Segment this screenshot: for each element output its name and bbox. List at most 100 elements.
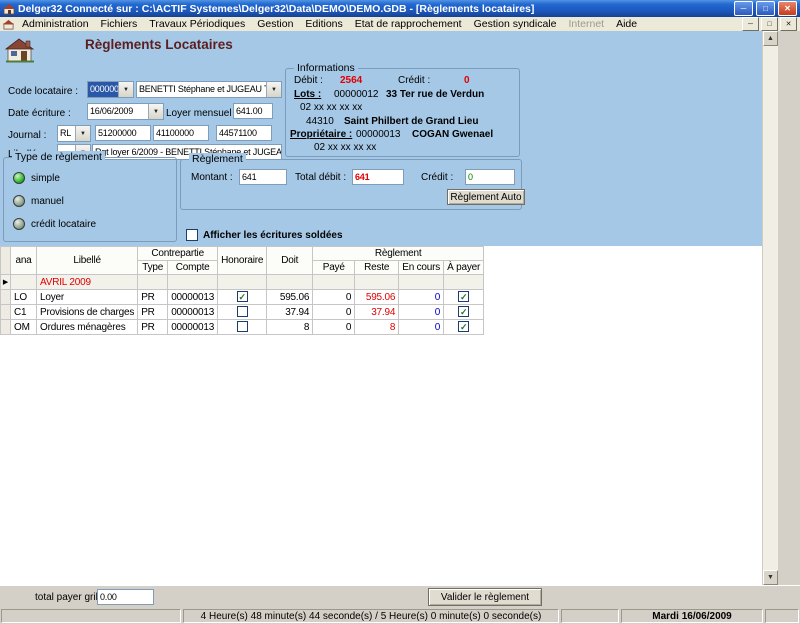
vertical-scrollbar[interactable]: ▲ ▼ <box>762 31 778 585</box>
honoraire-checkbox[interactable]: ✓ <box>237 291 248 302</box>
cell-doit: 37.94 <box>267 305 313 320</box>
radio-credit-locataire-label[interactable]: crédit locataire <box>31 219 96 230</box>
type-reglement-group: Type de règlement simple manuel crédit l… <box>3 157 177 242</box>
radio-manuel-label[interactable]: manuel <box>31 196 64 207</box>
menu-etat-rapprochement[interactable]: Etat de rapprochement <box>349 17 468 31</box>
total-debit-field[interactable]: 641 <box>352 169 404 185</box>
chevron-down-icon[interactable]: ▼ <box>118 82 133 97</box>
scrollbar-track[interactable] <box>763 46 778 570</box>
cell-reste: 37.94 <box>355 305 399 320</box>
col-header-contrepartie[interactable]: Contrepartie <box>138 247 218 261</box>
journal-combo[interactable]: RL ▼ <box>57 125 91 142</box>
minimize-button[interactable]: ─ <box>734 1 753 16</box>
grid-group-row[interactable]: ▶ AVRIL 2009 <box>1 275 484 290</box>
montant-label: Montant : <box>191 172 233 183</box>
afficher-soldees-checkbox[interactable] <box>186 229 198 241</box>
row-indicator-icon: ▶ <box>3 279 8 286</box>
reglement-credit-field[interactable]: 0 <box>465 169 515 185</box>
radio-credit-locataire[interactable] <box>13 218 25 230</box>
code-locataire-value: 00000013 <box>88 82 118 97</box>
radio-simple[interactable] <box>13 172 25 184</box>
cell-reste: 595.06 <box>355 290 399 305</box>
col-header-type[interactable]: Type <box>138 261 168 275</box>
reglement-group: Règlement Montant : 641 Total débit : 64… <box>180 159 522 210</box>
col-header-compte[interactable]: Compte <box>168 261 218 275</box>
total-payer-grille-field[interactable]: 0.00 <box>97 589 154 605</box>
col-header-reste[interactable]: Reste <box>355 261 399 275</box>
col-header-reglement[interactable]: Règlement <box>313 247 484 261</box>
chevron-down-icon[interactable]: ▼ <box>266 82 281 97</box>
grid-row-provisions[interactable]: C1 Provisions de charges PR 00000013 37.… <box>1 305 484 320</box>
valider-reglement-button[interactable]: Valider le règlement <box>428 588 542 606</box>
proprietaire-code: 00000013 <box>356 129 401 140</box>
date-ecriture-label: Date écriture : <box>8 108 71 119</box>
compte-tva-field[interactable]: 44571100 <box>216 125 272 141</box>
afficher-soldees-label[interactable]: Afficher les écritures soldées <box>203 230 343 241</box>
grid-row-ordures[interactable]: OM Ordures ménagères PR 00000013 8 0 8 0… <box>1 320 484 335</box>
col-header-doit[interactable]: Doit <box>267 247 313 275</box>
cell-reste: 8 <box>355 320 399 335</box>
menu-fichiers[interactable]: Fichiers <box>95 17 144 31</box>
grid-header-row-1: ana Libellé Contrepartie Honoraire Doit … <box>1 247 484 261</box>
menu-travaux-periodiques[interactable]: Travaux Périodiques <box>143 17 251 31</box>
cell-ana: OM <box>11 320 37 335</box>
child-window-icon[interactable] <box>3 19 14 30</box>
cell-doit: 595.06 <box>267 290 313 305</box>
menu-gestion[interactable]: Gestion <box>251 17 299 31</box>
col-header-ana[interactable]: ana <box>11 247 37 275</box>
menu-editions[interactable]: Editions <box>299 17 348 31</box>
cell-type: PR <box>138 320 168 335</box>
compte-banque-field[interactable]: 51200000 <box>95 125 151 141</box>
scroll-down-button[interactable]: ▼ <box>763 570 778 585</box>
date-ecriture-combo[interactable]: 16/06/2009 ▼ <box>87 103 164 120</box>
radio-manuel[interactable] <box>13 195 25 207</box>
house-icon <box>5 36 35 66</box>
honoraire-checkbox[interactable] <box>237 321 248 332</box>
loyer-mensuel-label: Loyer mensuel : <box>166 108 237 119</box>
col-header-paye[interactable]: Payé <box>313 261 355 275</box>
proprietaire-phone: 02 xx xx xx xx <box>314 142 376 153</box>
lots-postal-code: 44310 <box>306 116 334 127</box>
grid-row-loyer[interactable]: LO Loyer PR 00000013 ✓ 595.06 0 595.06 0… <box>1 290 484 305</box>
apayer-checkbox[interactable]: ✓ <box>458 321 469 332</box>
loyer-mensuel-field[interactable]: 641.00 <box>233 103 273 119</box>
app-window: Delger32 Connecté sur : C:\ACTIF Systeme… <box>0 0 800 624</box>
close-button[interactable]: ✕ <box>778 1 797 16</box>
col-header-apayer[interactable]: À payer <box>444 261 484 275</box>
montant-field[interactable]: 641 <box>239 169 287 185</box>
child-close-button[interactable]: ✕ <box>780 17 797 31</box>
cell-doit: 8 <box>267 320 313 335</box>
col-header-libelle[interactable]: Libellé <box>37 247 138 275</box>
reglement-auto-button[interactable]: Règlement Auto <box>447 189 525 205</box>
menu-gestion-syndicale[interactable]: Gestion syndicale <box>468 17 563 31</box>
honoraire-checkbox[interactable] <box>237 306 248 317</box>
page-title: Règlements Locataires <box>85 37 233 52</box>
chevron-down-icon[interactable]: ▼ <box>75 126 90 141</box>
menu-administration[interactable]: Administration <box>16 17 95 31</box>
code-locataire-label: Code locataire : <box>8 86 78 97</box>
child-restore-button[interactable]: □ <box>761 17 778 31</box>
code-locataire-combo[interactable]: 00000013 ▼ <box>87 81 134 98</box>
lots-city: Saint Philbert de Grand Lieu <box>344 116 478 127</box>
child-minimize-button[interactable]: ─ <box>742 17 759 31</box>
col-header-honoraire[interactable]: Honoraire <box>218 247 267 275</box>
total-debit-label: Total débit : <box>295 172 346 183</box>
col-header-encours[interactable]: En cours <box>399 261 444 275</box>
apayer-checkbox[interactable]: ✓ <box>458 291 469 302</box>
tenant-combo[interactable]: BENETTI Stéphane et JUGEAU Thomas ▼ <box>136 81 282 98</box>
cell-compte: 00000013 <box>168 290 218 305</box>
app-icon[interactable] <box>3 3 15 15</box>
scroll-up-button[interactable]: ▲ <box>763 31 778 46</box>
menu-aide[interactable]: Aide <box>610 17 643 31</box>
status-panel-empty-3 <box>765 609 799 623</box>
lots-address: 33 Ter rue de Verdun <box>386 89 484 100</box>
compte-locataire-field[interactable]: 41100000 <box>153 125 209 141</box>
reglement-title: Règlement <box>189 153 246 165</box>
radio-simple-label[interactable]: simple <box>31 173 60 184</box>
apayer-checkbox[interactable]: ✓ <box>458 306 469 317</box>
menu-internet: Internet <box>562 17 610 31</box>
maximize-button[interactable]: □ <box>756 1 775 16</box>
chevron-down-icon[interactable]: ▼ <box>148 104 163 119</box>
type-reglement-title: Type de règlement <box>12 151 105 163</box>
arrow-down-icon: ▼ <box>767 574 774 581</box>
